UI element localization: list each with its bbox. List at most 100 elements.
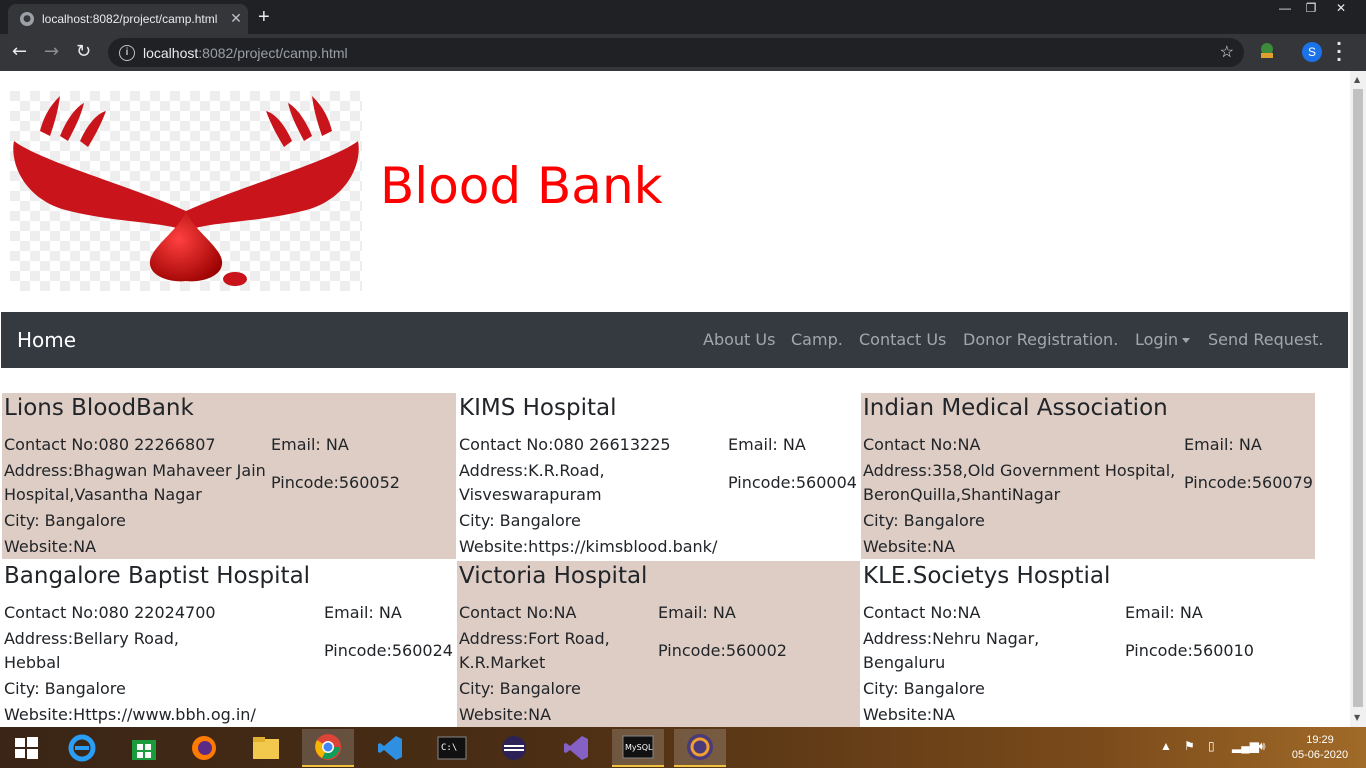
eclipse-icon[interactable] [488,729,540,767]
window-close-button[interactable]: ✕ [1328,0,1354,18]
new-tab-button[interactable]: + [258,6,270,29]
nav-contact-us-link[interactable]: Contact Us [859,330,946,349]
camp-contact: Contact No:080 26613225 [459,435,671,454]
camp-name: KIMS Hospital [459,395,617,421]
camp-city: City: Bangalore [863,679,985,698]
volume-icon[interactable]: 🔊︎ [1258,739,1266,754]
nav-login-dropdown[interactable]: Login [1135,330,1191,349]
camp-contact: Contact No:080 22024700 [4,603,216,622]
camp-city: City: Bangalore [863,511,985,530]
camp-pincode: Pincode:560002 [658,641,787,660]
command-prompt-icon[interactable]: C:\ [426,729,478,767]
camp-name: Indian Medical Association [863,395,1168,421]
camp-name: Victoria Hospital [459,563,648,589]
camp-pincode: Pincode:560004 [728,473,857,492]
svg-text:C:\: C:\ [441,743,457,753]
camp-email: Email: NA [658,603,736,622]
show-hidden-icons-icon[interactable]: ▲ [1160,739,1172,753]
java-ee-ide-icon[interactable] [674,729,726,767]
camp-contact: Contact No:NA [863,435,981,454]
browser-menu-icon[interactable]: · · · [1336,36,1342,68]
page-favicon-icon: ● [20,12,34,26]
camp-card-lions-bloodbank: Lions BloodBank Contact No:080 22266807 … [2,393,456,559]
extension-tree-icon[interactable] [1258,42,1276,60]
camp-email: Email: NA [1125,603,1203,622]
info-icon[interactable]: i [119,44,135,61]
camp-city: City: Bangalore [459,511,581,530]
camp-address-line1: Address:Nehru Nagar, [863,629,1040,648]
camp-email: Email: NA [728,435,806,454]
restore-button[interactable]: ❐ [1298,0,1324,18]
close-tab-icon[interactable]: ✕ [224,11,248,27]
camp-name: KLE.Societys Hosptial [863,563,1111,589]
camp-address-line1: Address:Bhagwan Mahaveer Jain [4,461,266,480]
camp-address-line2: Visveswarapuram [459,485,602,504]
camp-pincode: Pincode:560010 [1125,641,1254,660]
nav-donor-registration-link[interactable]: Donor Registration. [963,330,1118,349]
camp-pincode: Pincode:560024 [324,641,453,660]
bookmark-star-icon[interactable]: ☆ [1220,42,1234,62]
tab-title: localhost:8082/project/camp.html [42,12,218,26]
camp-address-line2: Bengaluru [863,653,946,672]
camp-website: Website:NA [863,705,956,724]
network-signal-icon[interactable]: ▂▄▆ [1232,739,1259,753]
nav-camp-link[interactable]: Camp. [791,330,843,349]
reload-icon[interactable]: ↻ [76,41,91,62]
url-path: :8082/project/camp.html [198,44,348,61]
vscode-icon[interactable] [364,729,416,767]
back-icon[interactable]: ← [12,41,27,62]
camp-website: Website:https://kimsblood.bank/ [459,537,718,556]
mysql-icon[interactable]: MySQL [612,729,664,767]
camp-card-kims-hospital: KIMS Hospital Contact No:080 26613225 Ad… [457,393,861,559]
nav-about-us-link[interactable]: About Us [703,330,775,349]
camp-name: Lions BloodBank [4,395,194,421]
camp-address-line2: Hebbal [4,653,61,672]
scrollbar-thumb[interactable] [1353,89,1363,707]
camp-card-bangalore-baptist-hospital: Bangalore Baptist Hospital Contact No:08… [2,561,457,727]
camp-city: City: Bangalore [459,679,581,698]
camp-email: Email: NA [324,603,402,622]
camp-address-line1: Address:Bellary Road, [4,629,179,648]
internet-explorer-icon[interactable] [56,729,108,767]
browser-tab[interactable]: ● localhost:8082/project/camp.html ✕ [8,4,248,34]
nav-send-request-link[interactable]: Send Request. [1208,330,1323,349]
camp-address-line2: BeronQuilla,ShantiNagar [863,485,1061,504]
camp-contact: Contact No:080 22266807 [4,435,216,454]
file-explorer-icon[interactable] [240,729,292,767]
nav-home-link[interactable]: Home [17,328,76,352]
camp-address-line1: Address:K.R.Road, [459,461,605,480]
store-icon[interactable] [118,729,170,767]
camp-address-line1: Address:358,Old Government Hospital, [863,461,1176,480]
address-bar[interactable]: i localhost:8082/project/camp.html ☆ [108,38,1244,67]
system-clock[interactable]: 19:29 05-06-2020 [1290,733,1350,763]
firefox-icon[interactable] [178,729,230,767]
camp-website: Website:NA [459,705,552,724]
action-center-flag-icon[interactable]: ⚑ [1184,739,1195,753]
start-icon[interactable] [0,729,52,767]
scroll-down-icon[interactable]: ▼ [1354,713,1360,722]
camp-website: Website:NA [863,537,956,556]
nav-login-label: Login [1135,330,1179,349]
camp-card-victoria-hospital: Victoria Hospital Contact No:NA Address:… [457,561,860,727]
camp-card-indian-medical-association: Indian Medical Association Contact No:NA… [861,393,1315,559]
visual-studio-icon[interactable] [550,729,602,767]
scroll-up-icon[interactable]: ▲ [1354,75,1360,84]
page-viewport: Blood Bank Home About Us Camp. Contact U… [0,71,1350,727]
forward-icon[interactable]: → [44,41,59,62]
page-scrollbar[interactable]: ▲ ▼ [1350,71,1366,727]
chrome-icon[interactable] [302,729,354,767]
browser-titlebar: ● localhost:8082/project/camp.html ✕ + —… [0,0,1366,34]
svg-text:MySQL: MySQL [625,743,653,752]
minimize-button[interactable]: — [1272,0,1298,18]
camp-contact: Contact No:NA [459,603,577,622]
camp-pincode: Pincode:560079 [1184,473,1313,492]
profile-avatar[interactable]: S [1302,42,1322,62]
camp-address-line2: K.R.Market [459,653,546,672]
camp-pincode: Pincode:560052 [271,473,400,492]
site-navbar: Home About Us Camp. Contact Us Donor Reg… [1,312,1348,368]
camp-email: Email: NA [1184,435,1262,454]
camp-email: Email: NA [271,435,349,454]
device-icon[interactable]: ▯ [1208,739,1215,753]
url-host: localhost [143,44,199,61]
camp-website: Website:Https://www.bbh.og.in/ [4,705,256,724]
